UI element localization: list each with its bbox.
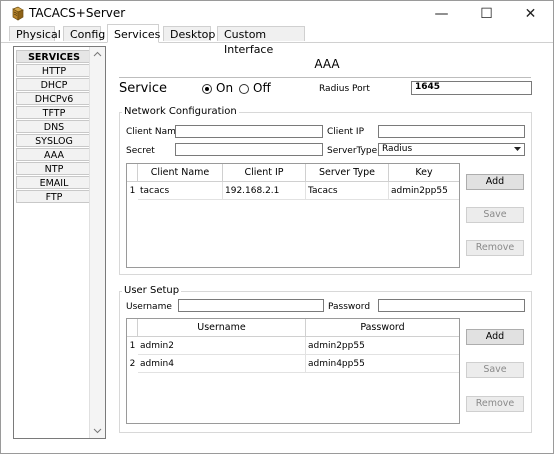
service-item-ntp[interactable]: NTP [16, 162, 92, 175]
secret-label: Secret [126, 146, 155, 156]
server-app-icon [12, 6, 24, 21]
tab-custom-interface[interactable]: Custom Interface [217, 26, 305, 56]
service-on-radio[interactable] [202, 84, 212, 94]
table-row-number: 1 [129, 341, 136, 351]
table-header-client-ip: Client IP [223, 164, 306, 182]
network-save-button[interactable]: Save [466, 207, 524, 223]
service-off-label: Off [253, 81, 271, 95]
service-item-dhcp[interactable]: DHCP [16, 78, 92, 91]
radius-port-label: Radius Port [319, 84, 370, 94]
maximize-button[interactable]: ☐ [464, 1, 509, 27]
service-item-http[interactable]: HTTP [16, 64, 92, 77]
username-label: Username [126, 302, 172, 312]
tab-config[interactable]: Config [63, 26, 105, 41]
service-label: Service [119, 81, 168, 96]
service-item-dns[interactable]: DNS [16, 120, 92, 133]
chevron-up-icon[interactable] [93, 51, 102, 57]
service-item-tftp[interactable]: TFTP [16, 106, 92, 119]
chevron-down-icon[interactable] [93, 428, 102, 434]
table-header-username: Username [138, 319, 306, 337]
service-item-syslog[interactable]: SYSLOG [16, 134, 92, 147]
tab-physical[interactable]: Physical [9, 26, 61, 41]
user-add-button[interactable]: Add [466, 329, 524, 345]
minimize-button[interactable]: — [419, 1, 464, 27]
server-type-select[interactable]: Radius [378, 143, 525, 156]
services-header: SERVICES [16, 50, 92, 63]
title-divider [119, 77, 531, 78]
service-item-email[interactable]: EMAIL [16, 176, 92, 189]
table-cell-key[interactable]: admin2pp55 [389, 182, 459, 200]
table-cell-password[interactable]: admin2pp55 [306, 337, 459, 355]
title-bar: TACACS+Server — ☐ ✕ [1, 1, 553, 27]
close-button[interactable]: ✕ [508, 1, 553, 27]
window-title: TACACS+Server [29, 6, 126, 20]
secret-input[interactable] [175, 143, 323, 156]
service-item-ftp[interactable]: FTP [16, 190, 92, 203]
password-label: Password [328, 302, 371, 312]
services-scrollbar[interactable] [89, 47, 105, 438]
user-setup-title: User Setup [122, 285, 182, 296]
table-cell-client-name[interactable]: tacacs [138, 182, 223, 200]
radius-port-input[interactable]: 1645 [411, 81, 532, 95]
password-input[interactable] [378, 299, 525, 312]
network-clients-table: Client Name Client IP Server Type Key 1 … [126, 163, 460, 268]
client-name-input[interactable] [175, 125, 323, 138]
services-list-panel: SERVICES HTTP DHCP DHCPv6 TFTP DNS SYSLO… [13, 46, 106, 439]
table-header-password: Password [306, 319, 459, 337]
users-table: Username Password 1 admin2 admin2pp55 2 … [126, 318, 460, 424]
user-save-button[interactable]: Save [466, 362, 524, 378]
user-remove-button[interactable]: Remove [466, 396, 524, 412]
username-input[interactable] [178, 299, 324, 312]
table-cell-client-ip[interactable]: 192.168.2.1 [223, 182, 306, 200]
network-configuration-title: Network Configuration [122, 106, 239, 117]
client-ip-label: Client IP [327, 127, 364, 137]
table-header-index [127, 319, 138, 337]
chevron-down-icon [514, 147, 521, 151]
service-item-dhcpv6[interactable]: DHCPv6 [16, 92, 92, 105]
table-header-client-name: Client Name [138, 164, 223, 182]
table-header-index [127, 164, 138, 182]
service-item-aaa[interactable]: AAA [16, 148, 92, 161]
table-row-number: 2 [129, 359, 136, 369]
service-on-label: On [216, 81, 234, 95]
table-header-server-type: Server Type [306, 164, 389, 182]
tab-services[interactable]: Services [107, 24, 160, 43]
application-window: TACACS+Server — ☐ ✕ Physical Config Serv… [0, 0, 554, 454]
tab-desktop[interactable]: Desktop [163, 26, 215, 41]
network-remove-button[interactable]: Remove [466, 240, 524, 256]
table-cell-username[interactable]: admin4 [138, 355, 306, 373]
service-off-radio[interactable] [239, 84, 249, 94]
server-type-value: Radius [382, 144, 413, 154]
table-row-number: 1 [129, 186, 136, 196]
client-name-label: Client Name [126, 127, 182, 137]
services-list: SERVICES HTTP DHCP DHCPv6 TFTP DNS SYSLO… [16, 50, 92, 204]
server-type-label: ServerType [327, 146, 378, 156]
client-ip-input[interactable] [378, 125, 525, 138]
table-cell-password[interactable]: admin4pp55 [306, 355, 459, 373]
network-add-button[interactable]: Add [466, 174, 524, 190]
page-title: AAA [314, 57, 340, 71]
table-cell-server-type[interactable]: Tacacs [306, 182, 389, 200]
tab-bar: Physical Config Services Desktop Custom … [1, 24, 553, 56]
table-header-key: Key [389, 164, 459, 182]
table-cell-username[interactable]: admin2 [138, 337, 306, 355]
